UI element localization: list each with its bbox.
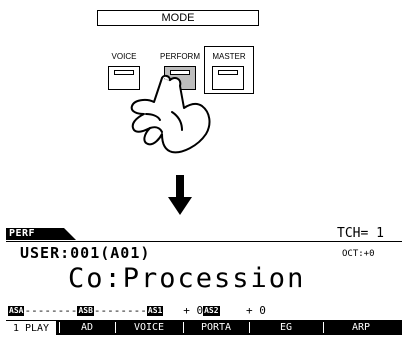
as1-value: + 0 [183,304,204,317]
tab-ad[interactable]: AD [62,320,112,335]
arrow-down-icon [168,175,192,215]
as2-tag: AS2 [203,306,220,316]
tab-separator [59,322,60,333]
tab-voice[interactable]: VOICE [118,320,180,335]
tch-indicator: TCH= 1 [337,226,384,241]
tab-arp[interactable]: ARP [326,320,396,335]
pointing-hand-icon [130,74,211,154]
asa-tag: ASA [8,306,25,316]
as1-tag: AS1 [146,306,164,316]
mode-indicator: PERF [9,228,36,239]
octave-indicator: OCT:+0 [342,249,375,259]
as2-value: + 0 [246,304,266,317]
tab-separator [323,322,324,333]
assign-row: ASA--------ASB--------AS1 + 0AS2 + 0 [8,304,266,318]
tab-play[interactable]: 1 PLAY [6,320,56,335]
divider [6,241,402,242]
performance-name: Co:Procession [68,263,306,294]
tab-separator [249,322,250,333]
asb-value: -------- [93,304,147,317]
performance-number: USER:001(A01) [20,244,151,262]
asa-value: -------- [24,304,78,317]
tab-separator [115,322,116,333]
voice-button-label: VOICE [111,52,137,61]
asb-tag: ASB [77,306,94,316]
mode-label: MODE [97,10,259,26]
tab-separator [183,322,184,333]
tab-porta[interactable]: PORTA [186,320,246,335]
tab-eg[interactable]: EG [252,320,320,335]
